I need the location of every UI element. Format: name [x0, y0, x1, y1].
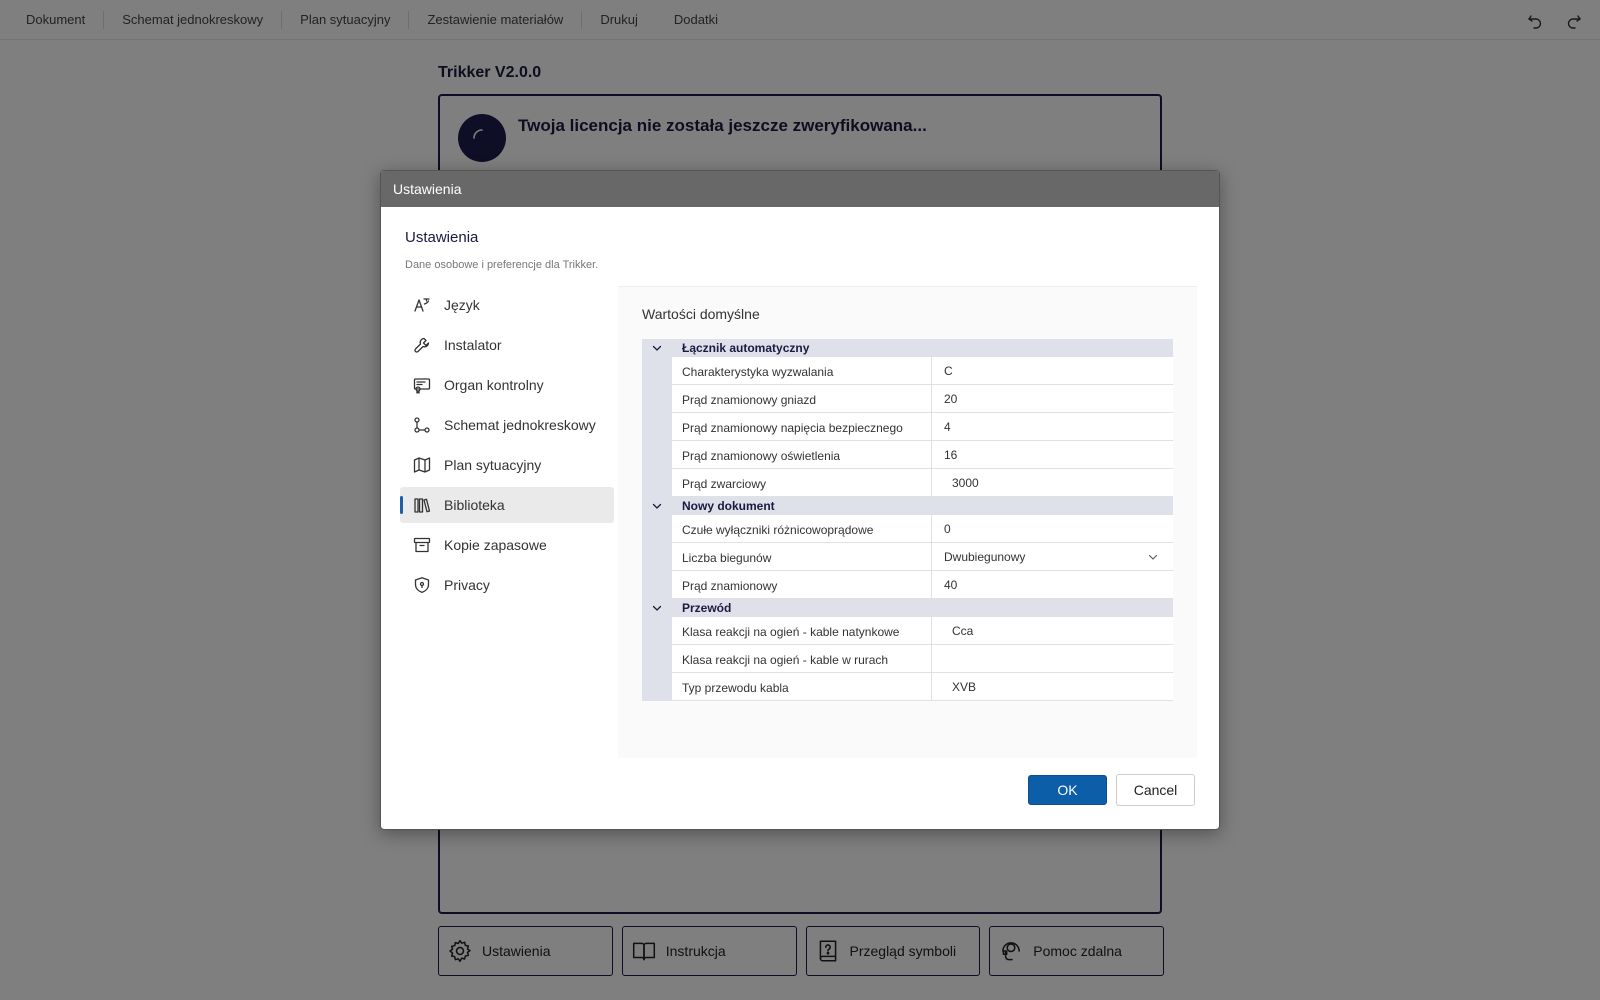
chevron-down-icon[interactable]	[642, 342, 672, 354]
property-label: Prąd zwarciowy	[672, 469, 932, 496]
property-label: Prąd znamionowy napięcia bezpiecznego	[672, 413, 932, 440]
nav-item-label: Privacy	[444, 577, 490, 593]
nav-item-instalator[interactable]: Instalator	[400, 327, 614, 363]
ok-button[interactable]: OK	[1028, 775, 1107, 805]
certificate-icon	[413, 376, 431, 394]
property-value[interactable]: 0	[932, 515, 1173, 542]
table-row: Prąd znamionowy napięcia bezpiecznego 4	[672, 413, 1173, 441]
settings-nav: Język Instalator Organ kontrolny Schemat…	[400, 287, 614, 607]
group-header-nowy-dokument[interactable]: Nowy dokument	[642, 497, 1173, 515]
table-row: Prąd zwarciowy 3000	[672, 469, 1173, 497]
nav-item-plan-sytuacyjny[interactable]: Plan sytuacyjny	[400, 447, 614, 483]
dialog-subtitle: Dane osobowe i preferencje dla Trikker.	[405, 259, 599, 271]
group-header-przewod[interactable]: Przewód	[642, 599, 1173, 617]
nav-item-label: Kopie zapasowe	[444, 537, 547, 553]
table-row: Prąd znamionowy 40	[672, 571, 1173, 599]
property-label: Charakterystyka wyzwalania	[672, 357, 932, 384]
group-label: Przewód	[682, 601, 732, 615]
language-icon	[413, 296, 431, 314]
cancel-button[interactable]: Cancel	[1116, 774, 1195, 806]
group-header-lacznik-automatyczny[interactable]: Łącznik automatyczny	[642, 339, 1173, 357]
property-label: Czułe wyłączniki różnicowoprądowe	[672, 515, 932, 542]
wrench-icon	[413, 336, 431, 354]
property-value[interactable]: 4	[932, 413, 1173, 440]
chevron-down-icon	[1148, 554, 1158, 560]
group-label: Nowy dokument	[682, 499, 775, 513]
settings-dialog: Ustawienia Ustawienia Dane osobowe i pre…	[380, 170, 1220, 830]
property-label: Prąd znamionowy	[672, 571, 932, 598]
nav-item-organ-kontrolny[interactable]: Organ kontrolny	[400, 367, 614, 403]
nav-item-biblioteka[interactable]: Biblioteka	[400, 487, 614, 523]
property-value[interactable]: XVB	[932, 673, 1173, 700]
nav-item-kopie-zapasowe[interactable]: Kopie zapasowe	[400, 527, 614, 563]
property-value[interactable]: 16	[932, 441, 1173, 468]
property-value[interactable]: Cca	[932, 617, 1173, 644]
chevron-down-icon[interactable]	[642, 602, 672, 614]
nav-item-label: Język	[444, 297, 480, 313]
property-label: Prąd znamionowy oświetlenia	[672, 441, 932, 468]
map-icon	[413, 456, 431, 474]
table-row: Liczba biegunów Dwubiegunowy	[672, 543, 1173, 571]
property-value[interactable]: 3000	[932, 469, 1173, 496]
nav-item-privacy[interactable]: Privacy	[400, 567, 614, 603]
property-label: Klasa reakcji na ogień - kable natynkowe	[672, 617, 932, 644]
nav-item-label: Biblioteka	[444, 497, 505, 513]
property-label: Typ przewodu kabla	[672, 673, 932, 700]
settings-content-panel: Wartości domyślne Łącznik automatyczny C…	[618, 286, 1197, 758]
table-row: Prąd znamionowy gniazd 20	[672, 385, 1173, 413]
schema-icon	[413, 416, 431, 434]
property-label: Liczba biegunów	[672, 543, 932, 570]
group-label: Łącznik automatyczny	[682, 341, 810, 355]
table-row: Charakterystyka wyzwalania C	[672, 357, 1173, 385]
property-value[interactable]	[932, 645, 1173, 672]
nav-item-jezyk[interactable]: Język	[400, 287, 614, 323]
archive-icon	[413, 536, 431, 554]
property-label: Prąd znamionowy gniazd	[672, 385, 932, 412]
nav-item-schemat-jednokreskowy[interactable]: Schemat jednokreskowy	[400, 407, 614, 443]
poles-select-value: Dwubiegunowy	[944, 549, 1026, 564]
dialog-titlebar[interactable]: Ustawienia	[381, 171, 1219, 207]
nav-item-label: Schemat jednokreskowy	[444, 417, 596, 433]
property-grid: Łącznik automatyczny Charakterystyka wyz…	[642, 339, 1173, 701]
content-title: Wartości domyślne	[642, 306, 760, 322]
chevron-down-icon[interactable]	[642, 500, 672, 512]
property-value[interactable]: 40	[932, 571, 1173, 598]
property-value[interactable]: C	[932, 357, 1173, 384]
nav-item-label: Instalator	[444, 337, 502, 353]
table-row: Prąd znamionowy oświetlenia 16	[672, 441, 1173, 469]
table-row: Czułe wyłączniki różnicowoprądowe 0	[672, 515, 1173, 543]
library-icon	[413, 496, 431, 514]
poles-select[interactable]: Dwubiegunowy	[932, 543, 1173, 570]
nav-item-label: Organ kontrolny	[444, 377, 544, 393]
property-value[interactable]: 20	[932, 385, 1173, 412]
nav-item-label: Plan sytuacyjny	[444, 457, 542, 473]
shield-icon	[413, 576, 431, 594]
table-row: Klasa reakcji na ogień - kable natynkowe…	[672, 617, 1173, 645]
table-row: Klasa reakcji na ogień - kable w rurach	[672, 645, 1173, 673]
property-label: Klasa reakcji na ogień - kable w rurach	[672, 645, 932, 672]
dialog-heading: Ustawienia	[405, 229, 479, 246]
table-row: Typ przewodu kabla XVB	[672, 673, 1173, 701]
